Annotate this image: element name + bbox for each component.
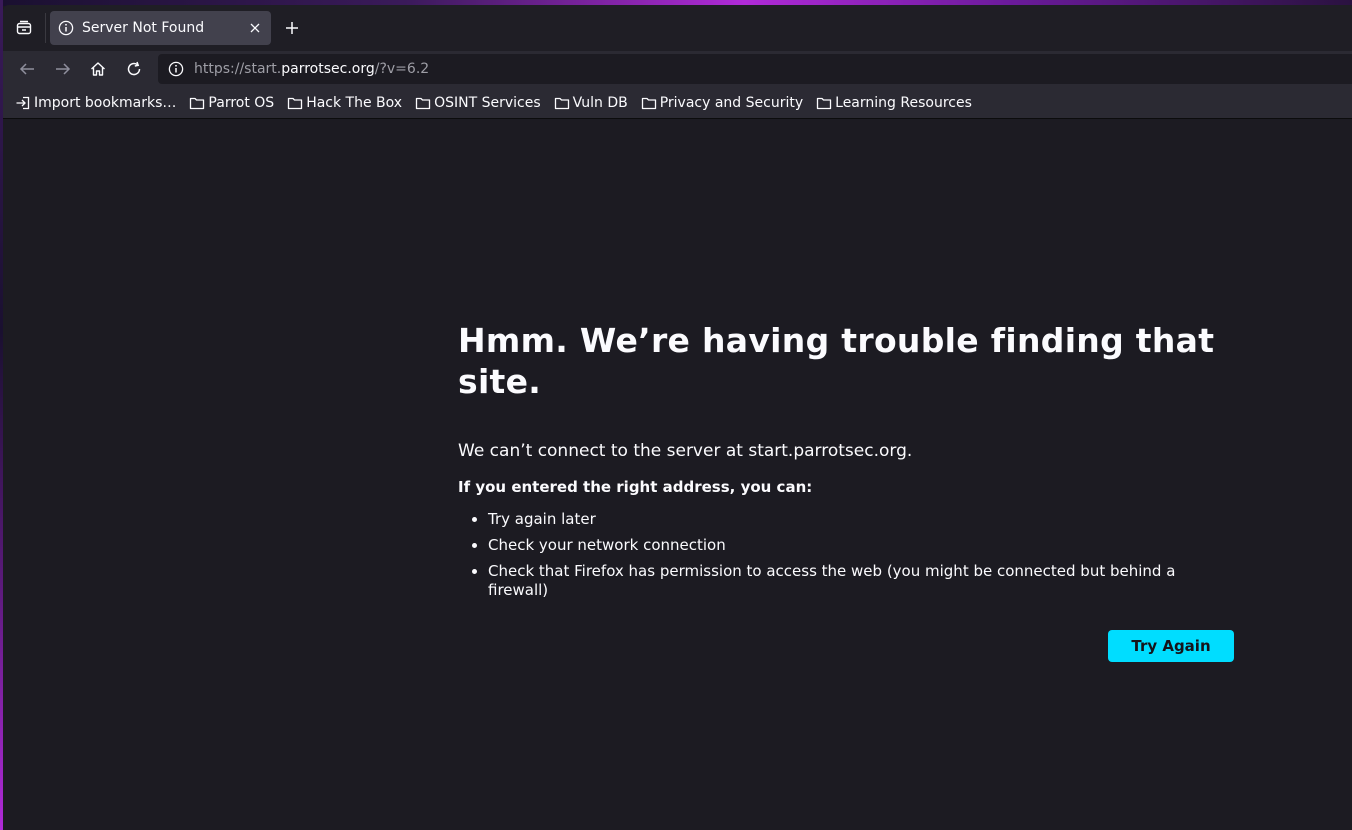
home-icon [91,62,105,76]
new-tab-button[interactable] [281,17,303,39]
bookmark-label: Hack The Box [306,94,403,111]
bookmark-folder-vuln-db[interactable]: Vuln DB [554,91,628,115]
back-button[interactable] [13,55,41,83]
site-info-icon[interactable] [168,61,184,77]
tab-overview-icon [16,20,32,35]
close-icon [250,23,260,33]
forward-button[interactable] [49,55,77,83]
page-content: Hmm. We’re having trouble finding that s… [3,120,1352,830]
bookmark-label: Vuln DB [572,94,628,111]
tab-active[interactable]: Server Not Found [50,11,271,45]
tab-separator [45,13,46,43]
folder-icon [415,97,431,109]
tab-overview-button[interactable] [11,15,37,41]
bookmark-folder-hack-the-box[interactable]: Hack The Box [287,91,402,115]
address-bar[interactable]: https://start.parrotsec.org/?v=6.2 [158,54,1352,84]
try-again-button[interactable]: Try Again [1108,630,1234,662]
suggestion-item: Try again later [488,510,1218,529]
suggestion-item: Check that Firefox has permission to acc… [488,562,1218,600]
folder-icon [190,97,205,109]
error-description: We can’t connect to the server at start.… [458,441,913,461]
tab-title: Server Not Found [82,20,205,36]
bookmark-label: Learning Resources [835,94,972,111]
url-host: parrotsec.org [281,61,375,77]
navigation-toolbar: https://start.parrotsec.org/?v=6.2 [3,51,1352,87]
folder-icon [288,97,303,109]
info-icon [58,20,74,36]
reload-button[interactable] [120,55,148,83]
url-scheme: https://start. [194,61,282,77]
bookmark-label: Import bookmarks… [34,94,177,111]
bookmark-folder-osint-services[interactable]: OSINT Services [415,91,541,115]
bookmark-folder-parrot-os[interactable]: Parrot OS [189,91,274,115]
bookmarks-toolbar: Import bookmarks… Parrot OS Hack The Box… [3,87,1352,119]
url-path: /?v=6.2 [374,61,430,77]
folder-icon [554,97,569,109]
folder-icon [816,97,832,109]
bookmark-label: Privacy and Security [659,94,804,111]
bookmark-label: Parrot OS [208,94,275,111]
home-button[interactable] [84,55,112,83]
forward-arrow-icon [56,63,71,75]
tab-close-button[interactable] [247,20,263,36]
plus-icon [286,22,298,34]
suggestion-item: Check your network connection [488,536,1218,555]
folder-icon [641,97,656,109]
error-title: Hmm. We’re having trouble finding that s… [458,321,1215,401]
suggestion-list: Try again later Check your network conne… [458,510,1218,600]
back-arrow-icon [19,63,34,75]
browser-window: Server Not Found https://start.parrotsec… [3,5,1352,830]
bookmark-folder-learning-resources[interactable]: Learning Resources [816,91,972,115]
url-text[interactable]: https://start.parrotsec.org/?v=6.2 [194,61,429,77]
error-subheading: If you entered the right address, you ca… [458,478,813,496]
bookmark-folder-privacy-security[interactable]: Privacy and Security [641,91,803,115]
reload-icon [127,61,141,76]
error-container: Hmm. We’re having trouble finding that s… [458,320,1238,662]
bookmark-label: OSINT Services [434,94,541,111]
bookmark-import[interactable]: Import bookmarks… [15,91,176,115]
import-icon [16,96,30,109]
tab-strip: Server Not Found [3,5,1352,51]
